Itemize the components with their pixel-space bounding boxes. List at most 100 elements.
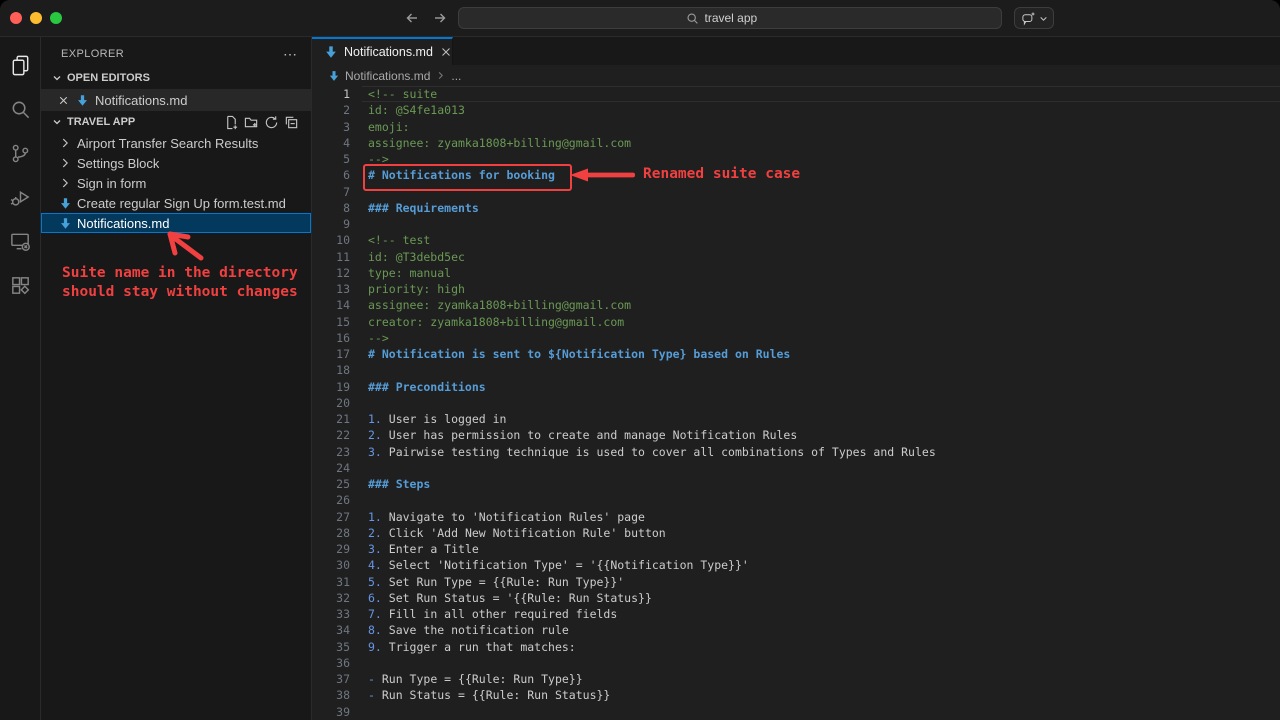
code-line: 7 bbox=[312, 184, 1280, 200]
tab-notifications-md[interactable]: Notifications.md bbox=[312, 37, 453, 65]
breadcrumb-more[interactable]: ... bbox=[451, 69, 461, 83]
search-view-icon[interactable] bbox=[0, 87, 40, 131]
chevron-down-icon bbox=[1039, 14, 1048, 23]
line-number: 36 bbox=[312, 655, 368, 671]
line-number: 11 bbox=[312, 249, 368, 265]
tree-item[interactable]: Create regular Sign Up form.test.md bbox=[41, 193, 311, 213]
code-line: 9 bbox=[312, 216, 1280, 232]
tree-item-label: Notifications.md bbox=[77, 216, 169, 231]
line-number: 2 bbox=[312, 102, 368, 118]
code-line: 13priority: high bbox=[312, 281, 1280, 297]
line-number: 31 bbox=[312, 574, 368, 590]
command-center-search[interactable] bbox=[458, 7, 1002, 29]
tree-item-label: Sign in form bbox=[77, 176, 146, 191]
activity-bar bbox=[0, 37, 41, 720]
vscode-window: EXPLORER ⋯ OPEN EDITORS Notifications.md bbox=[0, 0, 1280, 720]
extensions-icon[interactable] bbox=[0, 263, 40, 307]
line-number: 38 bbox=[312, 687, 368, 703]
code-line: 38- Run Status = {{Rule: Run Status}} bbox=[312, 687, 1280, 703]
code-line: 20 bbox=[312, 395, 1280, 411]
code-line: 5--> bbox=[312, 151, 1280, 167]
annotation-note-line2: should stay without changes bbox=[62, 283, 298, 302]
line-number: 29 bbox=[312, 541, 368, 557]
sidebar-title: EXPLORER bbox=[61, 48, 283, 60]
code-line: 337. Fill in all other required fields bbox=[312, 606, 1280, 622]
open-editor-label: Notifications.md bbox=[95, 93, 187, 108]
chevron-right-icon bbox=[57, 156, 73, 170]
line-number: 16 bbox=[312, 330, 368, 346]
line-number: 34 bbox=[312, 622, 368, 638]
editor-group: Notifications.md Notifications.md ... 1<… bbox=[312, 37, 1280, 720]
history-back-icon[interactable] bbox=[404, 10, 420, 26]
breadcrumb-file[interactable]: Notifications.md bbox=[345, 69, 430, 83]
workspace-header[interactable]: TRAVEL APP bbox=[41, 111, 311, 133]
tree-item[interactable]: Settings Block bbox=[41, 153, 311, 173]
source-control-icon[interactable] bbox=[0, 131, 40, 175]
line-number: 26 bbox=[312, 492, 368, 508]
tree-item-label: Airport Transfer Search Results bbox=[77, 136, 258, 151]
markdown-file-icon bbox=[328, 70, 340, 82]
tree-item-label: Settings Block bbox=[77, 156, 159, 171]
code-area[interactable]: 1<!-- suite2id: @S4fe1a0133emoji:4assign… bbox=[312, 86, 1280, 720]
code-line: 25### Steps bbox=[312, 476, 1280, 492]
remote-explorer-icon[interactable] bbox=[0, 219, 40, 263]
code-line: 233. Pairwise testing technique is used … bbox=[312, 444, 1280, 460]
line-number: 13 bbox=[312, 281, 368, 297]
code-line: 17# Notification is sent to ${Notificati… bbox=[312, 346, 1280, 362]
tree-item[interactable]: Sign in form bbox=[41, 173, 311, 193]
code-line: 1<!-- suite bbox=[312, 86, 1280, 102]
close-window-button[interactable] bbox=[10, 12, 22, 24]
line-number: 21 bbox=[312, 411, 368, 427]
annotation-note-line1: Suite name in the directory bbox=[62, 264, 298, 283]
code-line: 24 bbox=[312, 460, 1280, 476]
new-file-icon[interactable] bbox=[224, 115, 239, 130]
tab-bar: Notifications.md bbox=[312, 37, 1280, 65]
line-number: 17 bbox=[312, 346, 368, 362]
run-and-debug-icon[interactable] bbox=[0, 175, 40, 219]
traffic-lights bbox=[10, 12, 62, 24]
code-line: 271. Navigate to 'Notification Rules' pa… bbox=[312, 509, 1280, 525]
explorer-view-icon[interactable] bbox=[0, 43, 40, 87]
line-number: 23 bbox=[312, 444, 368, 460]
history-forward-icon[interactable] bbox=[432, 10, 448, 26]
tree-item[interactable]: Notifications.md bbox=[41, 213, 311, 233]
collapse-all-icon[interactable] bbox=[284, 115, 299, 130]
line-number: 5 bbox=[312, 151, 368, 167]
search-input[interactable] bbox=[705, 11, 775, 25]
code-line: 8### Requirements bbox=[312, 200, 1280, 216]
line-number: 9 bbox=[312, 216, 368, 232]
copilot-button[interactable] bbox=[1014, 7, 1054, 29]
open-editors-header[interactable]: OPEN EDITORS bbox=[41, 67, 311, 89]
open-editor-item[interactable]: Notifications.md bbox=[41, 89, 311, 111]
line-number: 6 bbox=[312, 167, 368, 183]
code-line: 15creator: zyamka1808+billing@gmail.com bbox=[312, 314, 1280, 330]
tree-item-label: Create regular Sign Up form.test.md bbox=[77, 196, 286, 211]
chevron-right-icon bbox=[57, 136, 73, 150]
refresh-icon[interactable] bbox=[264, 115, 279, 130]
close-icon[interactable] bbox=[57, 94, 70, 107]
title-bar bbox=[0, 0, 1280, 37]
chevron-right-icon bbox=[57, 176, 73, 190]
line-number: 7 bbox=[312, 184, 368, 200]
more-actions-icon[interactable]: ⋯ bbox=[283, 49, 297, 59]
code-line: 304. Select 'Notification Type' = '{{Not… bbox=[312, 557, 1280, 573]
search-icon bbox=[686, 12, 699, 25]
close-tab-icon[interactable] bbox=[439, 45, 453, 59]
code-line: 12type: manual bbox=[312, 265, 1280, 281]
new-folder-icon[interactable] bbox=[244, 115, 259, 130]
breadcrumb[interactable]: Notifications.md ... bbox=[312, 65, 1280, 86]
tab-label: Notifications.md bbox=[344, 45, 433, 59]
code-line: 315. Set Run Type = {{Rule: Run Type}}' bbox=[312, 574, 1280, 590]
line-number: 37 bbox=[312, 671, 368, 687]
line-number: 4 bbox=[312, 135, 368, 151]
workspace-label: TRAVEL APP bbox=[67, 116, 135, 128]
zoom-window-button[interactable] bbox=[50, 12, 62, 24]
line-number: 27 bbox=[312, 509, 368, 525]
line-number: 15 bbox=[312, 314, 368, 330]
chevron-right-icon bbox=[435, 70, 446, 81]
line-number: 18 bbox=[312, 362, 368, 378]
minimize-window-button[interactable] bbox=[30, 12, 42, 24]
code-line: 16--> bbox=[312, 330, 1280, 346]
code-line: 2id: @S4fe1a013 bbox=[312, 102, 1280, 118]
tree-item[interactable]: Airport Transfer Search Results bbox=[41, 133, 311, 153]
